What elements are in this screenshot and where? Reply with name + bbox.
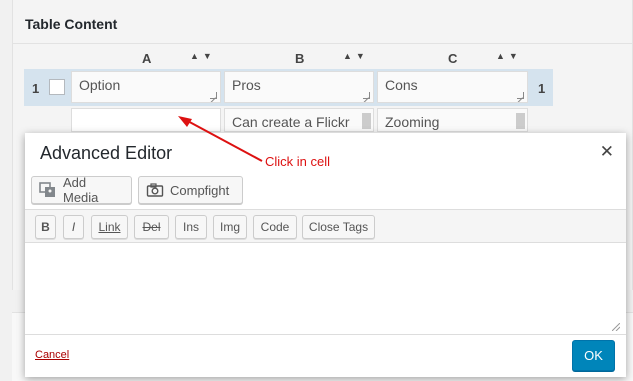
bold-button[interactable]: B <box>35 215 56 239</box>
modal-title: Advanced Editor <box>40 143 173 163</box>
advanced-editor-modal: Advanced Editor ✕ Add Media Compfight B … <box>25 133 626 377</box>
annotation-text: Click in cell <box>265 154 331 169</box>
cell-scrollbar[interactable] <box>516 113 525 129</box>
cell-text: Zooming <box>385 114 440 130</box>
cell-text: Pros <box>232 77 261 93</box>
cell-text: Option <box>79 77 121 93</box>
cell-text: Can create a Flickr <box>232 114 350 130</box>
close-icon[interactable]: ✕ <box>600 142 614 162</box>
column-header-b: B <box>295 51 305 66</box>
column-c-sort-arrows[interactable]: ▲▼ <box>496 51 522 61</box>
table-cell-b1[interactable]: Pros <box>224 71 374 103</box>
compfight-button[interactable]: Compfight <box>138 176 243 204</box>
table-cell-a2[interactable] <box>71 108 221 132</box>
cancel-link[interactable]: Cancel <box>35 349 69 361</box>
table-cell-c1[interactable]: Cons <box>377 71 528 103</box>
resize-grip-icon[interactable] <box>363 92 370 99</box>
add-media-label: Add Media <box>63 175 99 205</box>
column-a-sort-arrows[interactable]: ▲▼ <box>190 51 216 61</box>
add-media-button[interactable]: Add Media <box>31 175 132 205</box>
row-number-right: 1 <box>538 81 546 96</box>
close-tags-button[interactable]: Close Tags <box>302 215 375 239</box>
ok-button[interactable]: OK <box>572 340 615 371</box>
cell-scrollbar[interactable] <box>362 113 371 129</box>
table-cell-c2[interactable]: Zooming <box>377 108 528 132</box>
row-number-left: 1 <box>32 81 40 96</box>
compfight-label: Compfight <box>170 182 230 198</box>
img-button[interactable]: Img <box>213 215 247 239</box>
table-cell-a1[interactable]: Option <box>71 71 221 103</box>
row-select-checkbox[interactable] <box>49 79 65 95</box>
quicktags-toolbar: B I Link Del Ins Img Code Close Tags <box>25 209 626 243</box>
del-button[interactable]: Del <box>134 215 169 239</box>
add-media-icon <box>39 182 57 198</box>
ins-button[interactable]: Ins <box>175 215 207 239</box>
panel-title: Table Content <box>25 16 118 32</box>
resize-grip-icon[interactable] <box>210 92 217 99</box>
column-header-c: C <box>448 51 458 66</box>
column-b-sort-arrows[interactable]: ▲▼ <box>343 51 369 61</box>
resize-grip-icon[interactable] <box>612 323 620 331</box>
modal-footer: Cancel OK <box>25 335 626 377</box>
cell-text: Cons <box>385 77 418 93</box>
table-cell-b2[interactable]: Can create a Flickr <box>224 108 374 132</box>
media-buttons-bar: Add Media Compfight <box>31 175 620 205</box>
code-button[interactable]: Code <box>253 215 297 239</box>
column-header-a: A <box>142 51 152 66</box>
link-button[interactable]: Link <box>91 215 128 239</box>
camera-icon <box>146 182 164 198</box>
editor-textarea[interactable] <box>25 243 626 335</box>
italic-button[interactable]: I <box>63 215 84 239</box>
panel-header: Table Content <box>13 0 632 44</box>
resize-grip-icon[interactable] <box>517 92 524 99</box>
